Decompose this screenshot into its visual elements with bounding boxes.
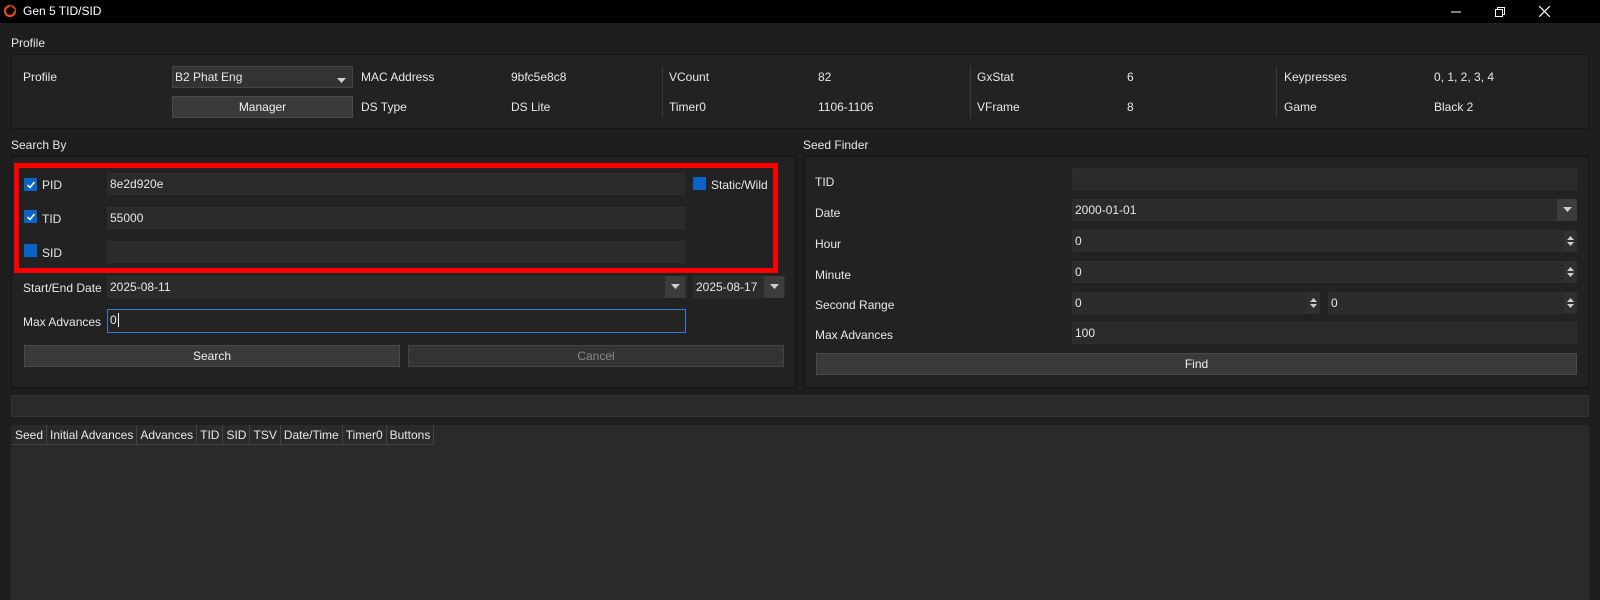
find-button[interactable]: Find	[816, 353, 1577, 375]
profile-group-title: Profile	[11, 36, 46, 50]
close-button[interactable]	[1522, 0, 1566, 23]
search-by-title: Search By	[11, 138, 67, 152]
progress-bar	[11, 395, 1589, 417]
text-cursor	[117, 313, 119, 327]
minimize-button[interactable]	[1434, 0, 1478, 23]
sf-date-value: 2000-01-01	[1075, 203, 1137, 217]
sf-hour-label: Hour	[815, 237, 842, 251]
max-advances-input[interactable]: 0	[107, 309, 686, 333]
mac-address-label: MAC Address	[361, 70, 435, 84]
results-table	[11, 425, 1589, 600]
chevron-down-icon	[1562, 207, 1572, 212]
sf-minute-spinner[interactable]	[1564, 261, 1576, 283]
column-header-tsv[interactable]: TSV	[250, 425, 281, 445]
profile-label: Profile	[23, 70, 58, 84]
start-date-value: 2025-08-11	[110, 280, 171, 294]
cancel-button[interactable]: Cancel	[408, 345, 784, 367]
timer0-label: Timer0	[669, 100, 706, 114]
chevron-up-icon	[1566, 236, 1574, 240]
vframe-value: 8	[1127, 100, 1134, 114]
end-date-value: 2025-08-17	[696, 280, 758, 294]
mac-address-value: 9bfc5e8c8	[511, 70, 567, 84]
highlight-box	[14, 163, 778, 273]
vframe-label: VFrame	[977, 100, 1020, 114]
profile-value: B2 Phat Eng	[175, 70, 243, 84]
chevron-down-icon	[337, 73, 346, 87]
sf-max-advances-input[interactable]: 100	[1072, 322, 1577, 344]
chevron-down-icon	[1566, 304, 1574, 308]
start-date-dropdown[interactable]	[665, 276, 685, 298]
restore-icon	[1495, 6, 1505, 17]
column-header-initial-advances[interactable]: Initial Advances	[47, 425, 138, 445]
max-advances-value: 0	[110, 313, 117, 327]
chevron-down-icon	[1566, 242, 1574, 246]
max-advances-label: Max Advances	[23, 315, 102, 329]
sf-date-dropdown[interactable]	[1557, 199, 1577, 221]
sf-second-min-input[interactable]: 0	[1072, 292, 1320, 314]
sf-date-input[interactable]: 2000-01-01	[1072, 199, 1577, 221]
sf-hour-spinner[interactable]	[1564, 230, 1576, 252]
column-header-date-time[interactable]: Date/Time	[280, 425, 343, 445]
search-button[interactable]: Search	[24, 345, 400, 367]
profile-combo[interactable]: B2 Phat Eng	[172, 66, 353, 88]
sf-max-advances-label: Max Advances	[815, 328, 894, 342]
start-date-input[interactable]: 2025-08-11	[107, 276, 687, 298]
column-header-seed[interactable]: Seed	[12, 425, 48, 445]
column-header-tid[interactable]: TID	[197, 425, 224, 445]
vcount-value: 82	[818, 70, 832, 84]
seed-finder-title: Seed Finder	[803, 138, 869, 152]
sf-minute-value: 0	[1075, 265, 1082, 279]
sf-tid-input[interactable]	[1072, 168, 1577, 190]
game-value: Black 2	[1434, 100, 1474, 114]
separator	[662, 66, 663, 118]
sf-second-max-value: 0	[1331, 296, 1338, 310]
sf-max-advances-value: 100	[1075, 326, 1096, 340]
restore-button[interactable]	[1478, 0, 1522, 23]
column-header-buttons[interactable]: Buttons	[386, 425, 435, 445]
sf-second-max-input[interactable]: 0	[1328, 292, 1577, 314]
manager-button[interactable]: Manager	[172, 96, 353, 118]
separator	[970, 66, 971, 118]
sf-minute-label: Minute	[815, 268, 852, 282]
chevron-up-icon	[1566, 298, 1574, 302]
date-range-label: Start/End Date	[23, 281, 102, 295]
sf-second-min-spinner[interactable]	[1307, 292, 1319, 314]
game-label: Game	[1284, 100, 1317, 114]
sf-second-max-spinner[interactable]	[1564, 292, 1576, 314]
column-header-timer0[interactable]: Timer0	[342, 425, 387, 445]
keypresses-label: Keypresses	[1284, 70, 1347, 84]
gxstat-label: GxStat	[977, 70, 1014, 84]
chevron-down-icon	[1566, 273, 1574, 277]
results-table-header: Seed Initial Advances Advances TID SID T…	[12, 425, 435, 445]
vcount-label: VCount	[669, 70, 710, 84]
window-title: Gen 5 TID/SID	[23, 4, 102, 18]
close-icon	[1538, 6, 1550, 17]
chevron-down-icon	[670, 284, 680, 289]
sf-hour-value: 0	[1075, 234, 1082, 248]
title-bar	[0, 0, 1600, 23]
chevron-up-icon	[1566, 267, 1574, 271]
sf-hour-input[interactable]: 0	[1072, 230, 1577, 252]
sf-minute-input[interactable]: 0	[1072, 261, 1577, 283]
separator	[1276, 66, 1277, 118]
sf-second-range-label: Second Range	[815, 298, 895, 312]
timer0-value: 1106-1106	[818, 100, 874, 114]
chevron-down-icon	[1309, 304, 1317, 308]
minimize-icon	[1451, 11, 1461, 12]
sf-second-min-value: 0	[1075, 296, 1082, 310]
chevron-down-icon	[769, 284, 779, 289]
column-header-advances[interactable]: Advances	[137, 425, 198, 445]
sf-tid-label: TID	[815, 175, 835, 189]
ds-type-label: DS Type	[361, 100, 407, 114]
end-date-dropdown[interactable]	[764, 276, 784, 298]
gxstat-value: 6	[1127, 70, 1134, 84]
sf-date-label: Date	[815, 206, 841, 220]
ds-type-value: DS Lite	[511, 100, 551, 114]
chevron-up-icon	[1309, 298, 1317, 302]
column-header-sid[interactable]: SID	[223, 425, 251, 445]
keypresses-value: 0, 1, 2, 3, 4	[1434, 70, 1495, 84]
app-ring-icon	[3, 4, 17, 18]
